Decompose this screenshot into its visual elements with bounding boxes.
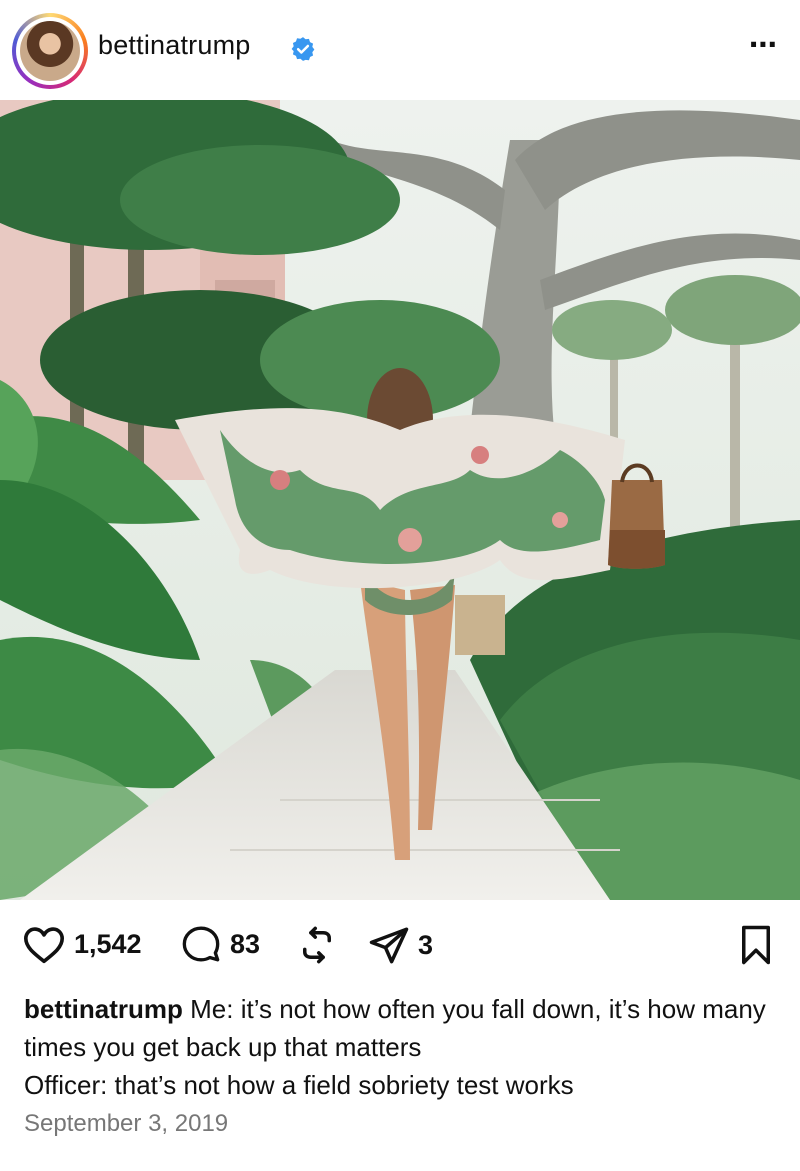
comment-icon[interactable] xyxy=(180,924,222,964)
more-options-icon[interactable]: ⋯ xyxy=(749,28,778,61)
verified-badge-icon xyxy=(291,37,315,61)
repost-icon[interactable] xyxy=(296,924,338,966)
avatar[interactable] xyxy=(12,13,88,89)
repost-group xyxy=(296,924,338,966)
post-photo[interactable] xyxy=(0,100,800,900)
share-count[interactable]: 3 xyxy=(418,930,433,961)
comment-count[interactable]: 83 xyxy=(230,929,260,960)
like-group: 1,542 xyxy=(22,924,142,964)
avatar-photo xyxy=(20,21,80,81)
like-count[interactable]: 1,542 xyxy=(74,929,142,960)
share-icon[interactable] xyxy=(368,924,410,966)
post-date: September 3, 2019 xyxy=(24,1110,229,1137)
action-bar: 1,542 83 3 xyxy=(0,900,800,990)
caption-username[interactable]: bettinatrump xyxy=(24,994,183,1024)
post-photo-illustration xyxy=(0,100,800,900)
heart-icon[interactable] xyxy=(22,924,66,964)
share-group: 3 xyxy=(368,924,433,966)
comment-group: 83 xyxy=(180,924,260,964)
avatar-gap xyxy=(16,17,84,85)
username-link[interactable]: bettinatrump xyxy=(98,30,250,61)
post-header: bettinatrump ⋯ xyxy=(0,0,800,100)
caption-line-2: Officer: that’s not how a field sobriety… xyxy=(24,1070,574,1100)
bookmark-icon[interactable] xyxy=(738,924,774,966)
post-caption: bettinatrump Me: it’s not how often you … xyxy=(24,990,784,1104)
